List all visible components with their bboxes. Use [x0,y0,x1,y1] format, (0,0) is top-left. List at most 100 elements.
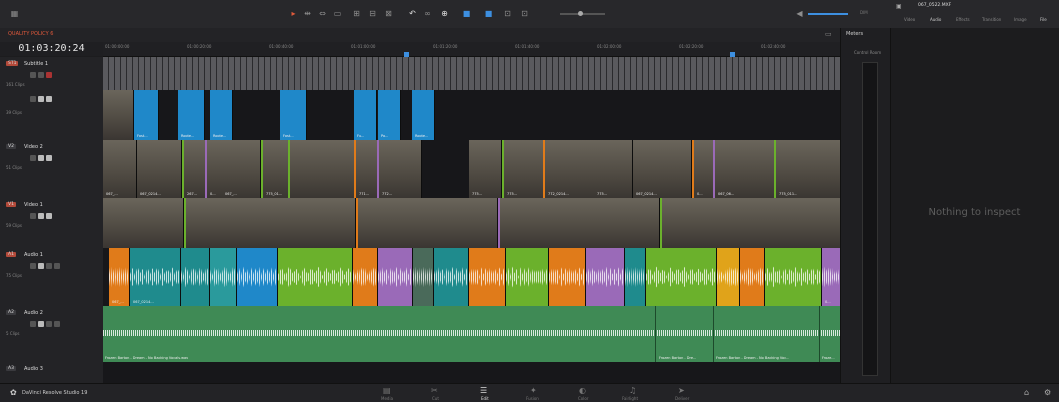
zoom-slider-knob[interactable] [578,11,583,16]
video-2-track-lane[interactable]: 067_... 067_0214... 267... 0... 067_... … [103,140,840,199]
video-clip[interactable]: Fu... [354,90,377,140]
zoom-slider[interactable] [560,11,605,16]
video-clip[interactable] [103,90,134,140]
video-clip[interactable]: 067_... [222,140,261,198]
inspector-tab-video[interactable]: Video [904,17,915,22]
track-controls[interactable] [30,155,52,161]
video-clip[interactable]: Fost... [134,90,159,140]
blade-icon[interactable]: ▭ [333,9,342,18]
track-header-video-2[interactable]: V2 Video 2 51 Clips [0,140,103,199]
fairlight-page-icon[interactable]: ♫ [629,386,636,395]
track-controls[interactable] [30,213,52,219]
audio-clip[interactable] [210,248,237,306]
video-clip[interactable]: 067_... [103,140,137,198]
zoom-icon[interactable]: ⊡ [503,9,512,18]
flag-icon[interactable]: ■ [462,9,471,18]
audio-clip[interactable] [378,248,413,306]
zoom-custom-icon[interactable]: ⊡ [520,9,529,18]
page-tab-edit[interactable]: Edit [481,396,489,401]
video-clip[interactable]: 267... [182,140,207,198]
link-icon[interactable]: ∞ [423,9,432,18]
video-clip[interactable]: Roote... [178,90,205,140]
audio-clip[interactable] [237,248,278,306]
video-clip[interactable] [184,198,277,248]
video-clip[interactable]: Po... [378,90,401,140]
audio-clip[interactable] [765,248,822,306]
audio-clip[interactable] [740,248,765,306]
video-clip[interactable]: 0... [692,140,715,198]
track-header-video-1[interactable]: V1 Video 1 59 Clips [0,198,103,249]
video-clip[interactable] [751,198,840,248]
replace-icon[interactable]: ⊠ [384,9,393,18]
inspector-tab-transition[interactable]: Transition [982,17,1001,22]
track-header-subtitle-1[interactable]: ST1 Subtitle 1 161 Clips [0,57,103,91]
volume-slider[interactable] [808,13,848,15]
timeline-name-tab[interactable]: QUALITY POLICY 6 [8,31,53,37]
track-header-audio-1[interactable]: A1 Audio 1 75 Clips [0,248,103,307]
dynamic-trim-icon[interactable]: ⇔ [318,9,327,18]
track-controls[interactable] [30,263,60,269]
audio-clip[interactable]: 067_... [109,248,130,306]
video-clip[interactable]: 775... [502,140,545,198]
audio-clip[interactable] [549,248,586,306]
inspector-tab-effects[interactable]: Effects [956,17,970,22]
video-clip[interactable] [275,198,356,248]
video-clip[interactable]: 772_0214... [543,140,596,198]
video-clip[interactable] [437,198,498,248]
video-clip[interactable] [356,198,439,248]
audio-clip[interactable] [506,248,549,306]
lock-icon[interactable]: ⊕ [440,9,449,18]
audio-clip[interactable] [434,248,469,306]
audio-clip[interactable] [625,248,646,306]
settings-gear-icon[interactable]: ⚙ [1044,388,1051,397]
audio-clip[interactable] [469,248,506,306]
media-page-icon[interactable]: ▤ [383,386,391,395]
audio-2-track-lane[interactable]: Frozen Barton - Dream - No Backing Vocal… [103,306,840,363]
pointer-icon[interactable]: ▸ [289,9,298,18]
cut-page-icon[interactable]: ✂ [431,386,438,395]
subtitle-track-lane[interactable] [103,57,840,91]
video-clip[interactable]: 775... [594,140,633,198]
video-clip[interactable]: Roote... [210,90,233,140]
snapping-icon[interactable]: ↶ [408,9,417,18]
video-clip[interactable]: Fost... [280,90,307,140]
track-header-audio-2[interactable]: A2 Audio 2 5 Clips [0,306,103,363]
video-clip[interactable] [103,198,184,248]
video-clip[interactable]: 067_06... [713,140,776,198]
page-tab-fairlight[interactable]: Fairlight [622,396,638,401]
track-controls[interactable] [30,321,60,327]
timeline-view-icon[interactable]: ▭ [825,30,832,38]
audio-clip[interactable] [717,248,740,306]
video-clip[interactable] [660,198,753,248]
video-clip[interactable] [569,198,660,248]
video-clip[interactable]: 067_0214... [137,140,182,198]
page-tab-media[interactable]: Media [381,396,393,401]
track-header-video-3[interactable]: 39 Clips [0,90,103,141]
video-clip[interactable]: Roote... [412,90,435,140]
overwrite-icon[interactable]: ⊟ [368,9,377,18]
track-controls[interactable] [30,72,52,78]
inspector-tab-image[interactable]: Image [1014,17,1027,22]
audio-clip[interactable] [586,248,625,306]
track-header-audio-3[interactable]: A3 Audio 3 [0,362,103,384]
video-3-track-lane[interactable]: Fost... Roote... Roote... Fost... Fu... … [103,90,840,141]
audio-clip[interactable] [413,248,434,306]
video-clip[interactable]: 772... [377,140,422,198]
video-clip[interactable]: 775_011... [774,140,840,198]
audio-clip[interactable] [278,248,353,306]
inspector-tab-audio[interactable]: Audio [930,17,941,22]
color-page-icon[interactable]: ◐ [579,386,586,395]
audio-1-track-lane[interactable]: 067_... 067_0214... 0... [103,248,840,307]
audio-clip[interactable]: 0... [822,248,840,306]
audio-clip[interactable] [646,248,717,306]
video-clip[interactable]: 067_0214... [633,140,692,198]
deliver-page-icon[interactable]: ➤ [678,386,685,395]
speaker-icon[interactable]: ◀ [795,9,804,18]
video-1-track-lane[interactable] [103,198,840,249]
marker-icon[interactable]: ■ [484,9,493,18]
inspector-tab-file[interactable]: File [1040,17,1047,22]
video-clip[interactable] [498,198,571,248]
home-icon[interactable]: ⌂ [1024,388,1029,397]
page-tab-fusion[interactable]: Fusion [526,396,539,401]
insert-icon[interactable]: ⊞ [352,9,361,18]
